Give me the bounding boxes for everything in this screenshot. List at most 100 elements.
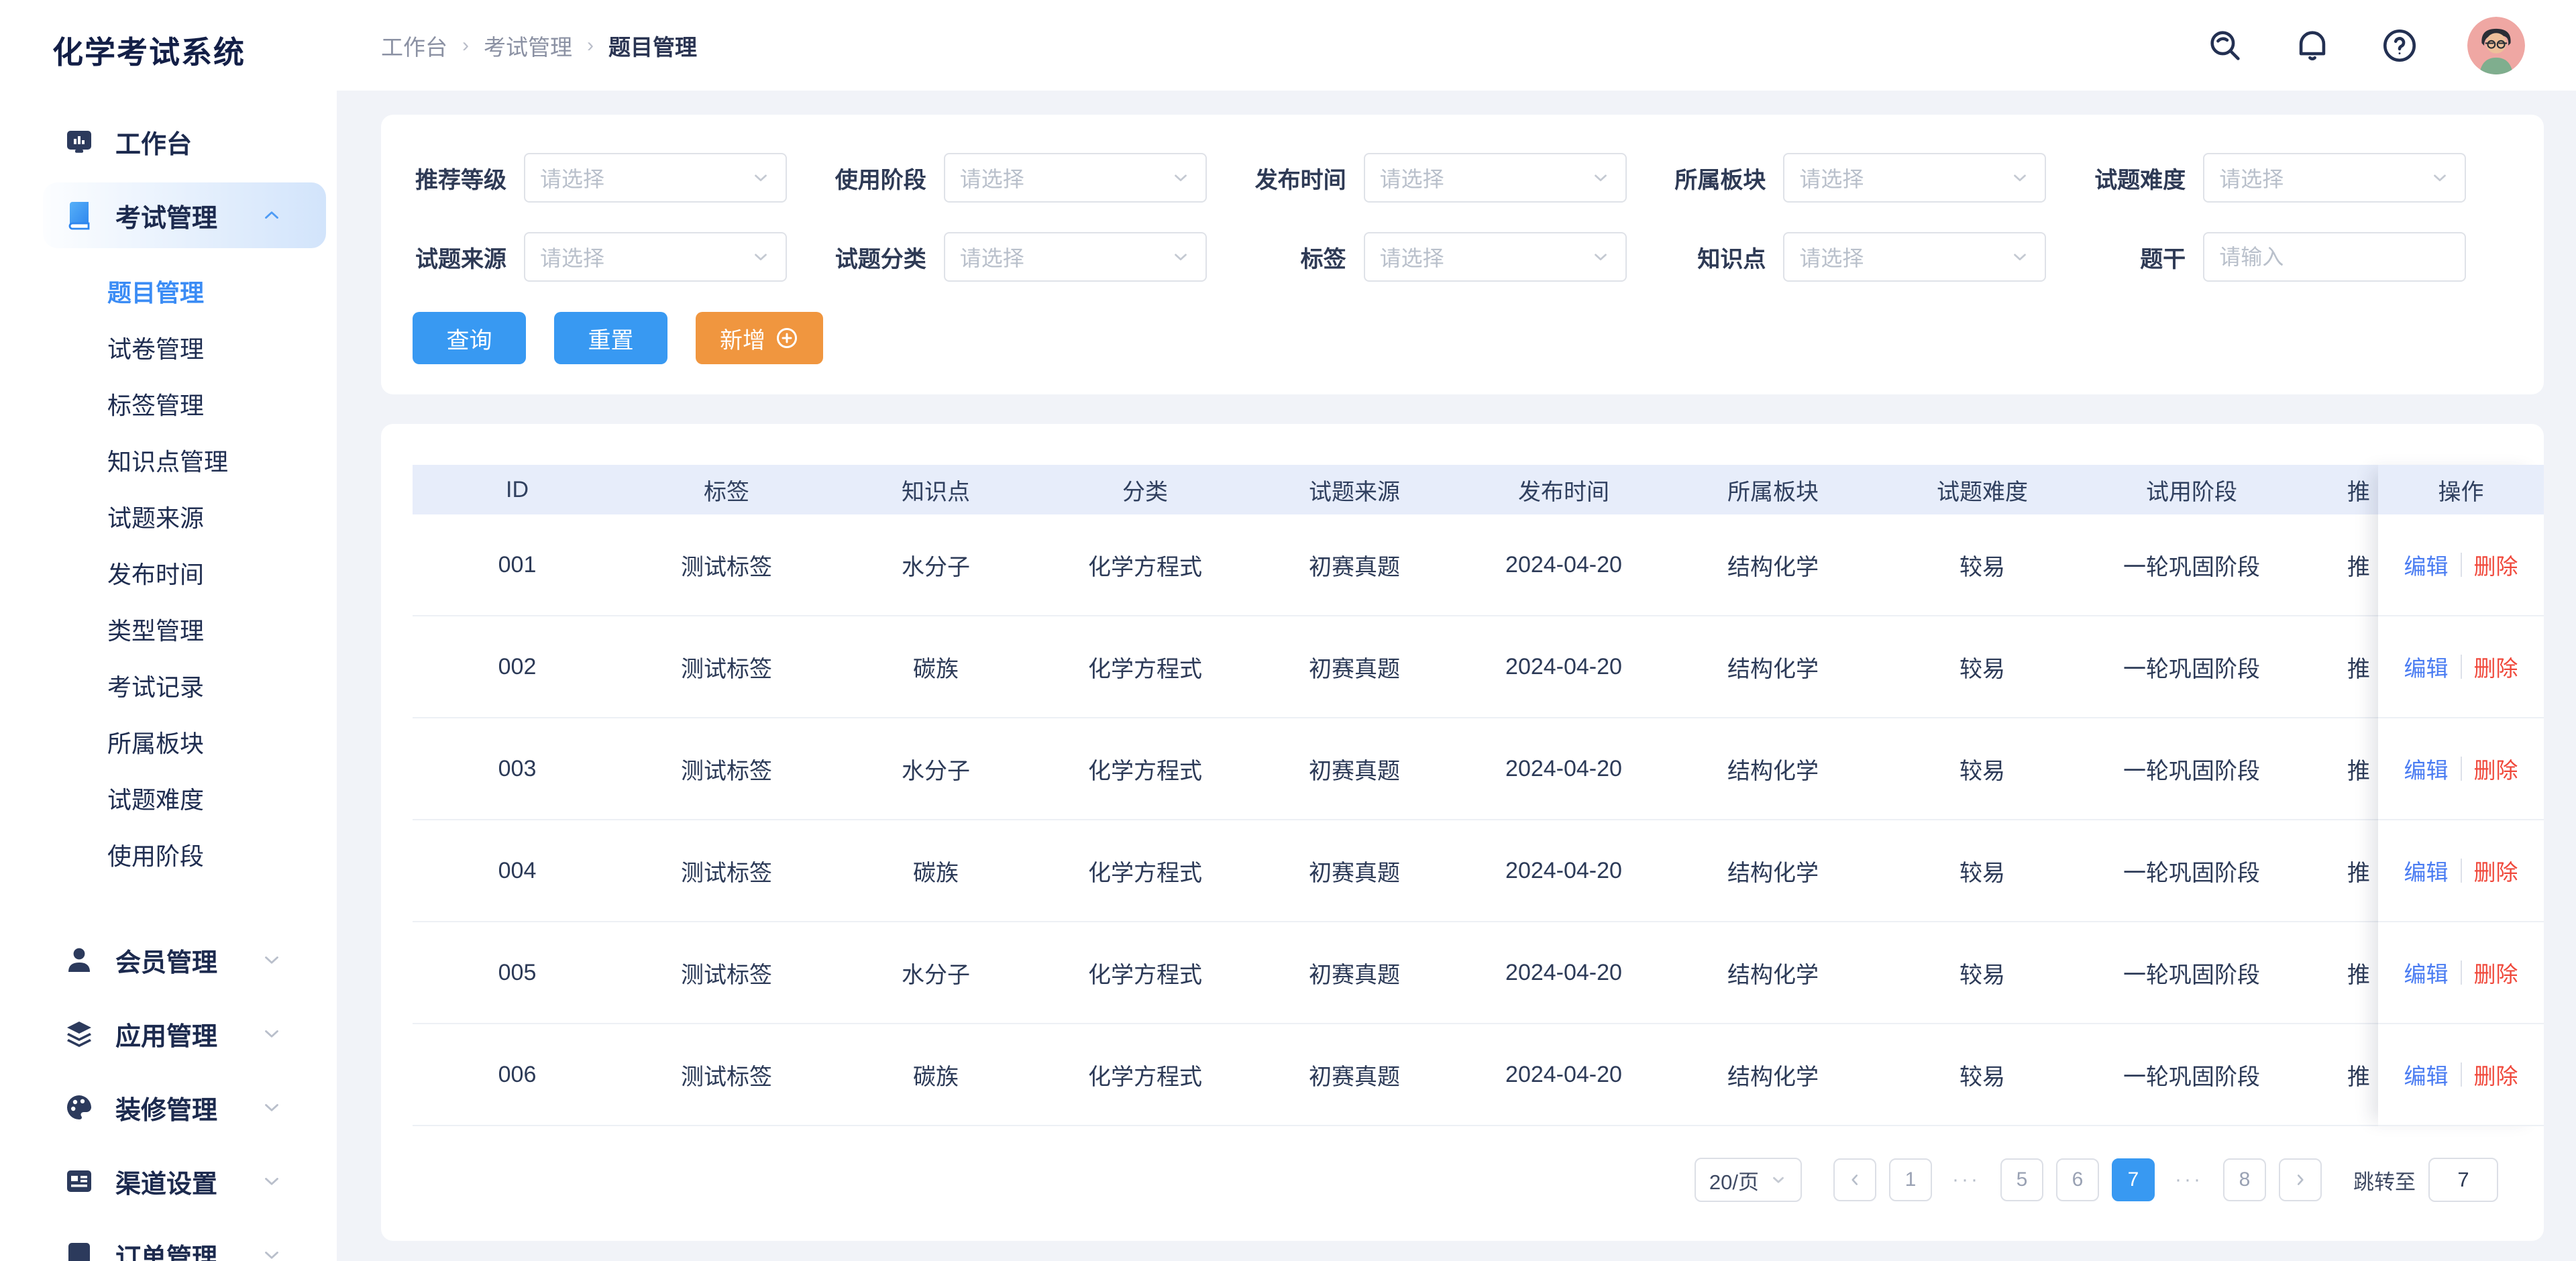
column-header-试用阶段: 试用阶段 xyxy=(2146,479,2237,505)
breadcrumb-item[interactable]: 工作台 xyxy=(381,30,447,62)
page-button-1[interactable]: 1 xyxy=(1889,1158,1932,1201)
filter-input-题干[interactable] xyxy=(2203,232,2467,282)
table-cell: 测试标签 xyxy=(681,860,772,886)
edit-link[interactable]: 编辑 xyxy=(2404,1058,2449,1091)
sidebar-subitem-题目管理[interactable]: 题目管理 xyxy=(0,263,337,319)
filter-field: 推荐等级 请选择 xyxy=(413,153,833,203)
sidebar-subitem-试题来源[interactable]: 试题来源 xyxy=(0,488,337,545)
select-placeholder: 请选择 xyxy=(2219,167,2284,191)
sidebar-item-workbench[interactable]: 工作台 xyxy=(0,105,337,178)
select-placeholder: 请选择 xyxy=(1799,167,1864,191)
page-size-select[interactable]: 20/页 xyxy=(1694,1158,1802,1202)
chevron-down-icon xyxy=(265,1030,278,1038)
chevron-down-icon xyxy=(265,1252,278,1259)
table-cell: 结构化学 xyxy=(1727,1064,1819,1090)
select-placeholder: 请选择 xyxy=(1799,246,1864,270)
table-cell: 碳族 xyxy=(913,656,959,682)
jump-to-input[interactable] xyxy=(2428,1158,2498,1202)
chevron-down-icon xyxy=(265,956,278,964)
breadcrumb-item[interactable]: 考试管理 xyxy=(484,30,572,62)
filter-select-试题来源[interactable]: 请选择 xyxy=(524,232,787,282)
sidebar-item-member[interactable]: 会员管理 xyxy=(0,923,337,997)
sidebar-subitem-发布时间[interactable]: 发布时间 xyxy=(0,545,337,601)
doc-icon xyxy=(62,1238,97,1261)
delete-link[interactable]: 删除 xyxy=(2474,1058,2518,1091)
main-content: 推荐等级 请选择 使用阶段 请选择 发布时间 请选择 所属板块 请选择 试题难度… xyxy=(337,91,2576,1261)
delete-link[interactable]: 删除 xyxy=(2474,753,2518,785)
filter-select-发布时间[interactable]: 请选择 xyxy=(1363,153,1627,203)
filter-select-推荐等级[interactable]: 请选择 xyxy=(524,153,787,203)
filter-label: 试题分类 xyxy=(835,246,926,272)
filter-field: 发布时间 请选择 xyxy=(1252,153,1672,203)
sidebar-subitem-所属板块[interactable]: 所属板块 xyxy=(0,714,337,770)
filter-select-所属板块[interactable]: 请选择 xyxy=(1783,153,2047,203)
edit-link[interactable]: 编辑 xyxy=(2404,549,2449,581)
page-button-7[interactable]: 7 xyxy=(2112,1158,2155,1201)
row-actions: 编辑 删除 xyxy=(2378,820,2544,922)
delete-link[interactable]: 删除 xyxy=(2474,956,2518,989)
sidebar-subitem-试题难度[interactable]: 试题难度 xyxy=(0,770,337,826)
chevron-down-icon xyxy=(2014,174,2027,182)
bell-icon[interactable] xyxy=(2293,26,2332,65)
table-cell: 化学方程式 xyxy=(1088,1064,1202,1090)
edit-link[interactable]: 编辑 xyxy=(2404,651,2449,683)
select-placeholder: 请选择 xyxy=(1379,246,1444,270)
sidebar-subitem-使用阶段[interactable]: 使用阶段 xyxy=(0,826,337,883)
filter-select-标签[interactable]: 请选择 xyxy=(1363,232,1627,282)
filter-select-试题难度[interactable]: 请选择 xyxy=(2203,153,2467,203)
column-header-所属板块: 所属板块 xyxy=(1727,479,1819,505)
select-placeholder: 请选择 xyxy=(540,167,605,191)
row-actions: 编辑 删除 xyxy=(2378,1024,2544,1126)
sidebar-item-label: 渠道设置 xyxy=(115,1170,218,1199)
news-icon xyxy=(62,1164,97,1199)
book-icon xyxy=(62,198,97,233)
table-cell: 结构化学 xyxy=(1727,656,1819,682)
sidebar-subitem-知识点管理[interactable]: 知识点管理 xyxy=(0,432,337,488)
sidebar-item-channel[interactable]: 渠道设置 xyxy=(0,1144,337,1218)
edit-link[interactable]: 编辑 xyxy=(2404,956,2449,989)
chevron-down-icon xyxy=(755,254,767,261)
table-header-row: ID 标签 知识点 分类 试题来源 发布时间 所属板块 试题难度 试用阶段推 xyxy=(413,465,2544,514)
select-placeholder: 请选择 xyxy=(1379,167,1444,191)
sidebar-item-order[interactable]: 订单管理 xyxy=(0,1218,337,1261)
chevron-down-icon xyxy=(2434,174,2447,182)
search-icon[interactable] xyxy=(2206,26,2245,65)
search-button[interactable]: 查询 xyxy=(413,312,526,364)
next-page-button[interactable] xyxy=(2279,1158,2322,1201)
breadcrumb-item[interactable]: 题目管理 xyxy=(608,30,697,62)
action-divider xyxy=(2460,655,2462,679)
filter-select-知识点[interactable]: 请选择 xyxy=(1783,232,2047,282)
table-cell: 初赛真题 xyxy=(1309,1064,1400,1090)
filter-select-试题分类[interactable]: 请选择 xyxy=(943,232,1207,282)
page-button-6[interactable]: 6 xyxy=(2056,1158,2099,1201)
table-cell: 水分子 xyxy=(902,554,970,580)
sidebar-item-exam[interactable]: 考试管理 xyxy=(0,178,337,252)
sidebar-subitem-试卷管理[interactable]: 试卷管理 xyxy=(0,319,337,376)
sidebar-item-app[interactable]: 应用管理 xyxy=(0,997,337,1071)
filter-row-1: 推荐等级 请选择 使用阶段 请选择 发布时间 请选择 所属板块 请选择 试题难度… xyxy=(413,153,2512,203)
sidebar-item-decorate[interactable]: 装修管理 xyxy=(0,1071,337,1144)
filter-select-使用阶段[interactable]: 请选择 xyxy=(943,153,1207,203)
table-cell: 测试标签 xyxy=(681,962,772,988)
sidebar-subitem-标签管理[interactable]: 标签管理 xyxy=(0,376,337,432)
edit-link[interactable]: 编辑 xyxy=(2404,855,2449,887)
page-button-8[interactable]: 8 xyxy=(2223,1158,2266,1201)
prev-page-button[interactable] xyxy=(1833,1158,1876,1201)
user-avatar[interactable] xyxy=(2467,16,2525,74)
column-header-标签: 标签 xyxy=(704,479,749,505)
table-cell: 2024-04-20 xyxy=(1505,653,1622,679)
filter-field: 试题来源 请选择 xyxy=(413,232,833,282)
help-icon[interactable] xyxy=(2380,26,2419,65)
delete-link[interactable]: 删除 xyxy=(2474,855,2518,887)
add-button[interactable]: 新增 xyxy=(696,312,823,364)
delete-link[interactable]: 删除 xyxy=(2474,651,2518,683)
sidebar-subitem-考试记录[interactable]: 考试记录 xyxy=(0,657,337,714)
delete-link[interactable]: 删除 xyxy=(2474,549,2518,581)
table-cell: 2024-04-20 xyxy=(1505,1061,1622,1087)
breadcrumb: 工作台 › 考试管理 › 题目管理 xyxy=(381,30,697,62)
sidebar-subitem-类型管理[interactable]: 类型管理 xyxy=(0,601,337,657)
page-button-5[interactable]: 5 xyxy=(2000,1158,2043,1201)
table-cell: 一轮巩固阶段 xyxy=(2123,1064,2260,1090)
edit-link[interactable]: 编辑 xyxy=(2404,753,2449,785)
reset-button[interactable]: 重置 xyxy=(554,312,667,364)
